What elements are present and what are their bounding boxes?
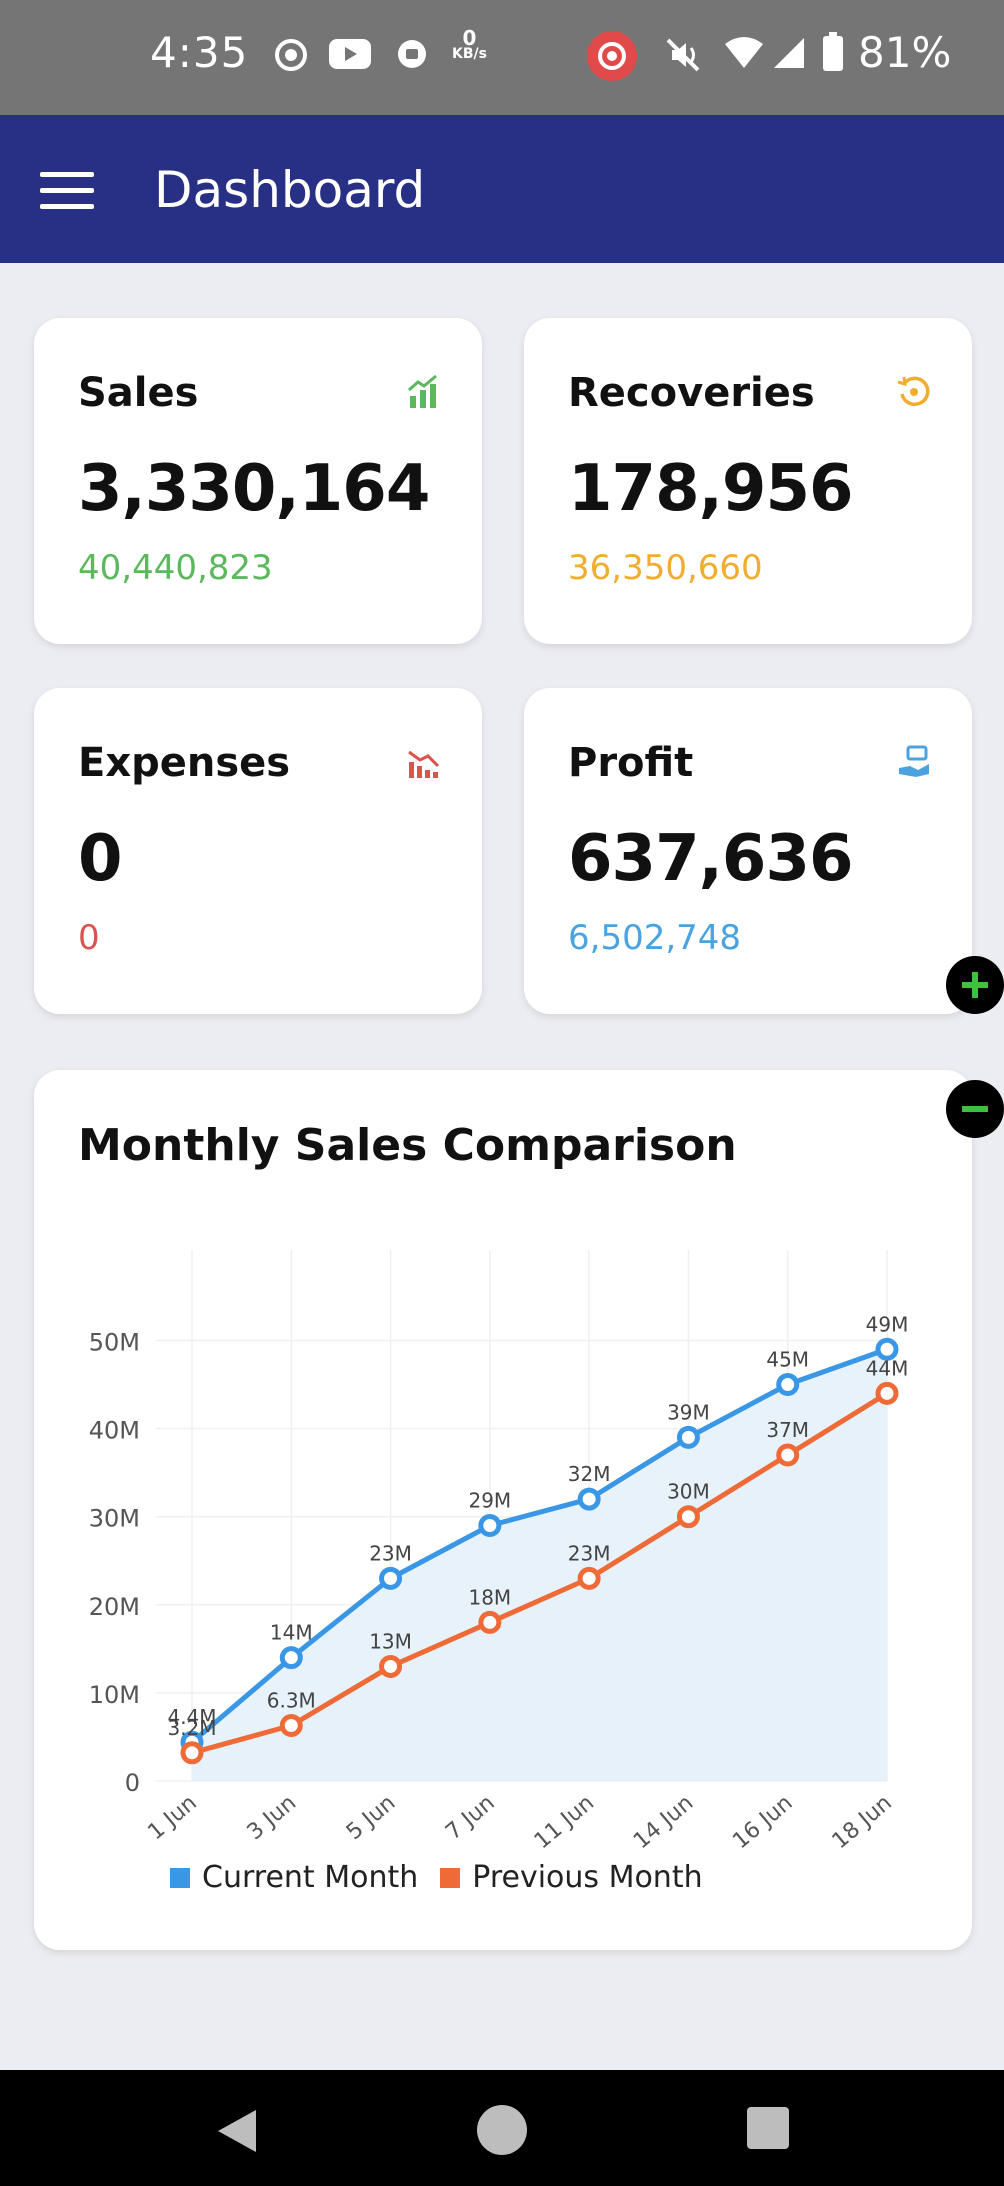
x-tick-label: 3 Jun xyxy=(243,1790,301,1845)
y-tick-label: 40M xyxy=(89,1417,140,1445)
recoveries-card-title: Recoveries xyxy=(568,370,815,416)
status-bar: 4:35 0 KB/s 81% xyxy=(0,0,1004,115)
data-label: 18M xyxy=(468,1585,511,1609)
data-label: 14M xyxy=(270,1621,313,1645)
data-label: 45M xyxy=(766,1348,809,1372)
hamburger-menu-icon[interactable] xyxy=(40,172,94,210)
data-point xyxy=(577,1566,601,1590)
data-point xyxy=(379,1654,403,1678)
youtube-icon xyxy=(329,39,371,69)
data-label: 30M xyxy=(667,1480,710,1504)
battery-icon xyxy=(823,32,843,71)
wifi-icon xyxy=(725,37,763,68)
data-point xyxy=(776,1373,800,1397)
recoveries-sub-value: 36,350,660 xyxy=(568,548,763,588)
profit-card[interactable]: Profit 637,636 6,502,748 xyxy=(524,688,972,1014)
y-tick-label: 10M xyxy=(89,1681,140,1709)
recoveries-value: 178,956 xyxy=(568,452,853,526)
data-point xyxy=(379,1566,403,1590)
legend-label-current: Current Month xyxy=(202,1860,419,1895)
expenses-value: 0 xyxy=(78,822,123,896)
data-point xyxy=(478,1610,502,1634)
mute-icon xyxy=(666,38,700,72)
recoveries-card[interactable]: Recoveries 178,956 36,350,660 xyxy=(524,318,972,644)
profit-value: 637,636 xyxy=(568,822,853,896)
signal-icon xyxy=(774,38,804,68)
data-label: 29M xyxy=(468,1489,511,1513)
hand-money-icon xyxy=(899,745,929,777)
x-tick-label: 7 Jun xyxy=(441,1790,499,1845)
home-icon[interactable] xyxy=(476,2104,528,2156)
legend-swatch-current xyxy=(170,1867,190,1888)
expenses-card[interactable]: Expenses 0 0 xyxy=(34,688,482,1014)
trend-down-icon xyxy=(408,750,440,778)
bar-chart-icon xyxy=(408,374,437,408)
plus-icon xyxy=(962,972,988,998)
data-point xyxy=(577,1487,601,1511)
back-icon[interactable] xyxy=(214,2108,260,2154)
monthly-sales-chart: 0 10M 20M 30M 40M 50M 1 Jun 3 Jun 5 Jun 7 Jun 11 J… xyxy=(89,1250,909,1850)
x-tick-label: 16 Jun xyxy=(728,1790,797,1850)
status-time: 4:35 xyxy=(150,28,249,77)
x-tick-label: 14 Jun xyxy=(629,1790,698,1850)
data-point xyxy=(676,1505,700,1529)
zoom-in-button[interactable] xyxy=(946,956,1004,1014)
cast-icon xyxy=(587,31,637,81)
y-tick-label: 0 xyxy=(125,1769,140,1797)
expenses-sub-value: 0 xyxy=(78,918,100,958)
zoom-out-button[interactable] xyxy=(946,1080,1004,1138)
y-tick-label: 50M xyxy=(89,1328,140,1356)
monthly-sales-chart-card: Monthly Sales Comparison 0 10M 20M 30M 40M 50… xyxy=(34,1070,972,1950)
app-bar: Dashboard xyxy=(0,115,1004,263)
data-label: 6.3M xyxy=(267,1688,316,1712)
x-tick-label: 18 Jun xyxy=(828,1790,897,1850)
chart-legend: Current Month Previous Month xyxy=(170,1860,703,1895)
legend-item-current-month[interactable]: Current Month xyxy=(170,1860,418,1895)
data-label: 44M xyxy=(866,1356,909,1380)
profit-card-title: Profit xyxy=(568,740,694,786)
y-tick-label: 20M xyxy=(89,1593,140,1621)
sales-value: 3,330,164 xyxy=(78,452,430,526)
system-nav-bar xyxy=(0,2070,1004,2186)
y-tick-label: 30M xyxy=(89,1505,140,1533)
data-label: 3.2M xyxy=(167,1716,216,1740)
x-tick-label: 1 Jun xyxy=(143,1790,201,1845)
battery-percent: 81% xyxy=(858,28,952,77)
data-label: 23M xyxy=(568,1541,611,1565)
data-point xyxy=(478,1514,502,1537)
net-speed: 0 KB/s xyxy=(452,26,487,62)
data-point xyxy=(279,1713,303,1737)
data-label: 49M xyxy=(866,1312,909,1336)
legend-label-previous: Previous Month xyxy=(472,1860,703,1895)
data-label: 23M xyxy=(369,1541,412,1565)
x-tick-label: 11 Jun xyxy=(530,1790,599,1850)
page-title: Dashboard xyxy=(154,161,426,219)
sales-card[interactable]: Sales 3,330,164 40,440,823 xyxy=(34,318,482,644)
data-point xyxy=(279,1646,303,1670)
app-icon xyxy=(398,40,426,68)
minus-icon xyxy=(962,1106,988,1112)
data-point xyxy=(180,1741,204,1765)
legend-item-previous-month[interactable]: Previous Month xyxy=(440,1860,703,1895)
recents-icon[interactable] xyxy=(746,2106,790,2150)
sales-card-title: Sales xyxy=(78,370,199,416)
record-icon xyxy=(275,39,307,71)
expenses-card-title: Expenses xyxy=(78,740,291,786)
data-label: 32M xyxy=(568,1462,611,1486)
profit-sub-value: 6,502,748 xyxy=(568,918,742,958)
refresh-icon xyxy=(897,376,930,407)
data-point xyxy=(875,1381,899,1405)
sales-sub-value: 40,440,823 xyxy=(78,548,273,588)
data-point xyxy=(676,1425,700,1449)
data-label: 39M xyxy=(667,1400,710,1424)
x-tick-label: 5 Jun xyxy=(342,1790,400,1845)
data-label: 37M xyxy=(766,1418,809,1442)
legend-swatch-previous xyxy=(440,1867,461,1888)
data-label: 13M xyxy=(369,1629,412,1653)
data-point xyxy=(776,1443,800,1467)
